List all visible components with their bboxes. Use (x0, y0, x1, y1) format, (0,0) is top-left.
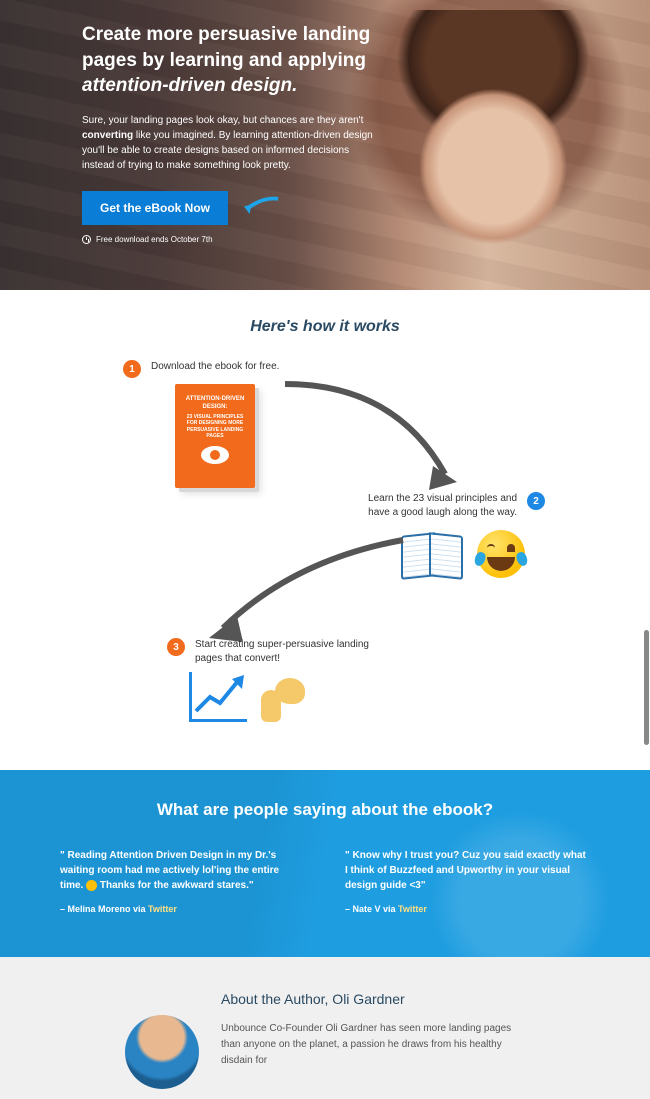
step-3: 3 Start creating super-persuasive landin… (167, 638, 387, 666)
offer-note: Free download ends October 7th (82, 235, 650, 244)
step-1-text: Download the ebook for free. (151, 360, 279, 374)
step-2: Learn the 23 visual principles and have … (347, 492, 545, 520)
author-title: About the Author, Oli Gardner (221, 991, 521, 1007)
step-3-text: Start creating super-persuasive landing … (195, 638, 387, 666)
social-title: What are people saying about the ebook? (60, 800, 590, 820)
smile-emoji-icon (86, 880, 97, 891)
works-title: Here's how it works (0, 318, 650, 336)
scrollbar-thumb[interactable] (644, 630, 649, 745)
testimonial-1: " Reading Attention Driven Design in my … (60, 848, 305, 917)
testimonial-1-author: – Melina Moreno via Twitter (60, 903, 305, 917)
how-it-works-section: Here's how it works 1 Download the ebook… (0, 290, 650, 770)
laugh-emoji-icon (477, 530, 525, 578)
testimonial-2: " Know why I trust you? Cuz you said exa… (345, 848, 590, 917)
author-avatar-icon (125, 1015, 199, 1089)
testimonial-2-author: – Nate V via Twitter (345, 903, 590, 917)
cta-arrow-icon (242, 195, 280, 221)
step-1: 1 Download the ebook for free. (123, 360, 279, 378)
flow-arrow-1-icon (275, 374, 475, 504)
author-section: About the Author, Oli Gardner Unbounce C… (0, 957, 650, 1099)
get-ebook-button[interactable]: Get the eBook Now (82, 191, 228, 225)
ebook-cover-icon: ATTENTION-DRIVEN DESIGN: 23 VISUAL PRINC… (175, 384, 255, 488)
author-bio: Unbounce Co-Founder Oli Gardner has seen… (221, 1021, 521, 1069)
step-badge-2: 2 (527, 492, 545, 510)
flow-arrow-2-icon (183, 520, 413, 650)
step-2-text: Learn the 23 visual principles and have … (347, 492, 517, 520)
testimonials-section: What are people saying about the ebook? … (0, 770, 650, 957)
flex-arm-emoji-icon (261, 676, 307, 722)
twitter-link-1[interactable]: Twitter (148, 904, 177, 914)
hero-subtitle: Sure, your landing pages look okay, but … (82, 113, 382, 173)
clock-icon (82, 235, 91, 244)
growth-chart-icon (189, 672, 247, 722)
twitter-link-2[interactable]: Twitter (398, 904, 427, 914)
hero-section: Create more persuasive landing pages by … (0, 0, 650, 290)
step-badge-3: 3 (167, 638, 185, 656)
hero-title: Create more persuasive landing pages by … (82, 22, 412, 99)
step-badge-1: 1 (123, 360, 141, 378)
